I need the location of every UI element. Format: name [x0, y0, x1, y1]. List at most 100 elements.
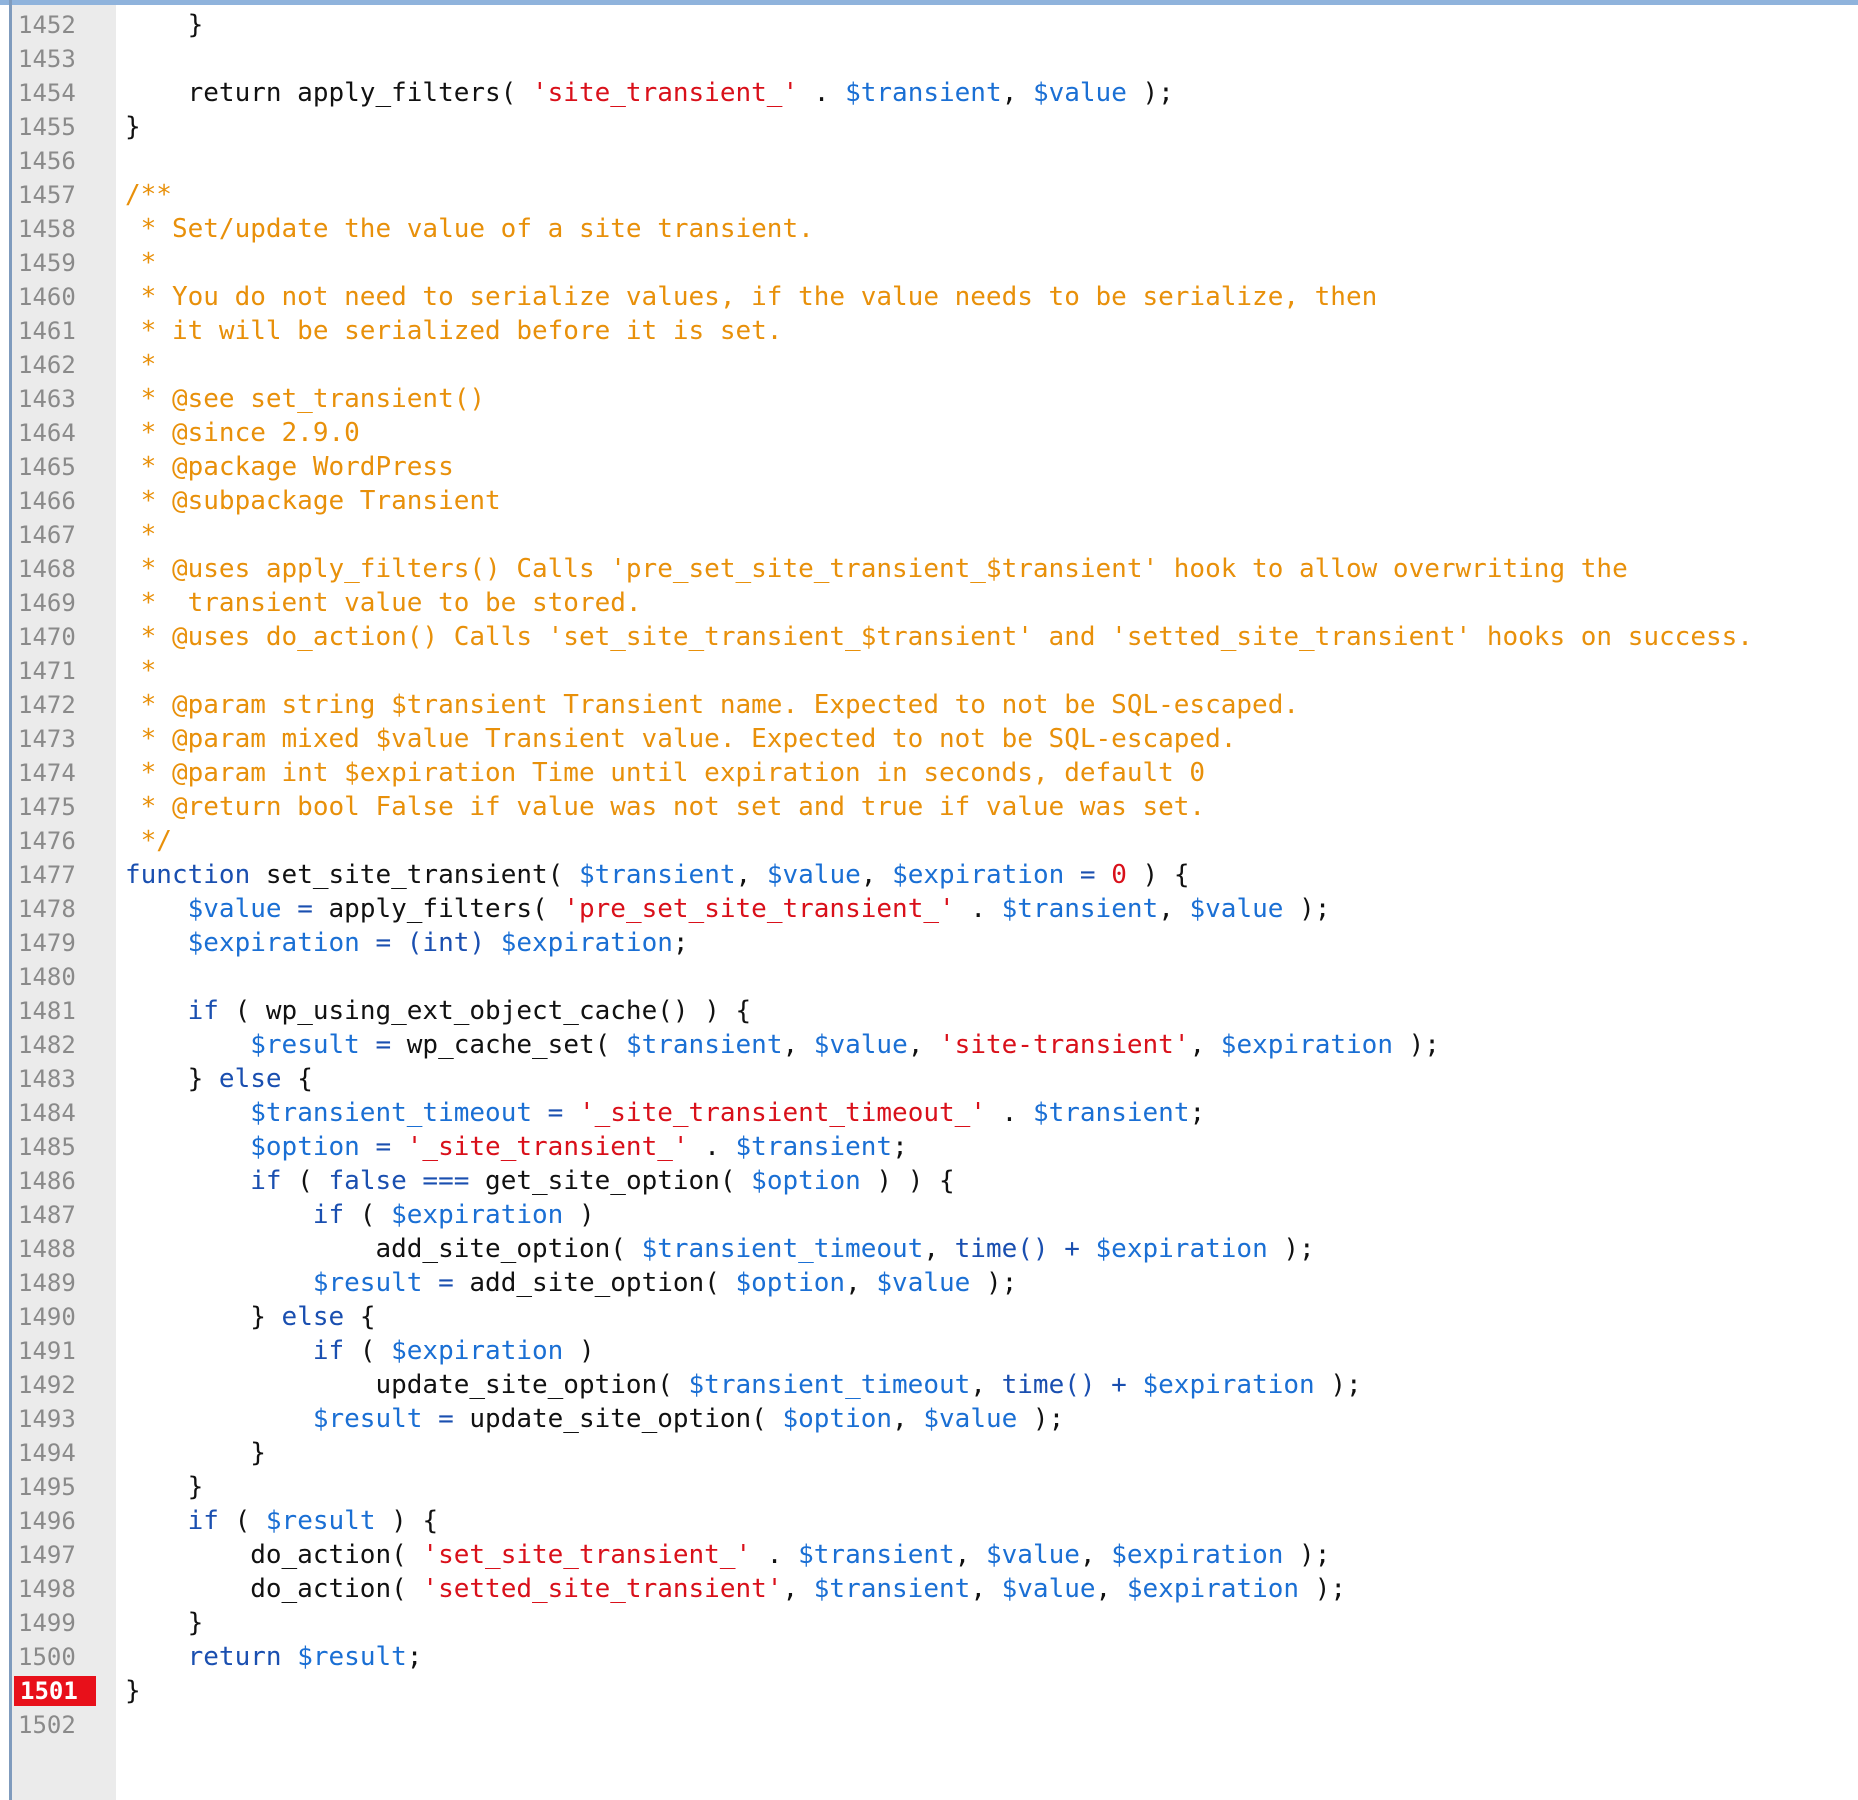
line-number[interactable]: 1500 — [18, 1640, 100, 1674]
code-line[interactable]: 1454 return apply_filters( 'site_transie… — [0, 76, 1858, 110]
line-number[interactable]: 1480 — [18, 960, 100, 994]
line-number[interactable]: 1481 — [18, 994, 100, 1028]
code-text[interactable]: $result = wp_cache_set( $transient, $val… — [125, 1028, 1440, 1062]
code-text[interactable]: */ — [125, 824, 172, 858]
code-line[interactable]: 1488 add_site_option( $transient_timeout… — [0, 1232, 1858, 1266]
code-line[interactable]: 1481 if ( wp_using_ext_object_cache() ) … — [0, 994, 1858, 1028]
code-line[interactable]: 1491 if ( $expiration ) — [0, 1334, 1858, 1368]
line-number[interactable]: 1465 — [18, 450, 100, 484]
code-text[interactable]: } — [125, 110, 141, 144]
code-text[interactable]: function set_site_transient( $transient,… — [125, 858, 1190, 892]
code-text[interactable]: return apply_filters( 'site_transient_' … — [125, 76, 1174, 110]
line-number[interactable]: 1469 — [18, 586, 100, 620]
code-text[interactable]: * @see set_transient() — [125, 382, 485, 416]
line-number[interactable]: 1463 — [18, 382, 100, 416]
code-text[interactable]: $transient_timeout = '_site_transient_ti… — [125, 1096, 1205, 1130]
code-text[interactable]: $value = apply_filters( 'pre_set_site_tr… — [125, 892, 1331, 926]
code-line[interactable]: 1483 } else { — [0, 1062, 1858, 1096]
code-line[interactable]: 1497 do_action( 'set_site_transient_' . … — [0, 1538, 1858, 1572]
code-text[interactable]: * it will be serialized before it is set… — [125, 314, 783, 348]
code-line[interactable]: 1482 $result = wp_cache_set( $transient,… — [0, 1028, 1858, 1062]
code-text[interactable]: } — [125, 8, 204, 42]
code-line[interactable]: 1471 * — [0, 654, 1858, 688]
code-line[interactable]: 1501} — [0, 1674, 1858, 1708]
line-number[interactable]: 1495 — [18, 1470, 100, 1504]
code-line[interactable]: 1462 * — [0, 348, 1858, 382]
code-text[interactable]: * @return bool False if value was not se… — [125, 790, 1205, 824]
code-line[interactable]: 1500 return $result; — [0, 1640, 1858, 1674]
code-text[interactable]: if ( $result ) { — [125, 1504, 438, 1538]
line-number[interactable]: 1470 — [18, 620, 100, 654]
line-number[interactable]: 1454 — [18, 76, 100, 110]
code-text[interactable]: * You do not need to serialize values, i… — [125, 280, 1378, 314]
code-text[interactable]: * @since 2.9.0 — [125, 416, 360, 450]
code-text[interactable]: * @package WordPress — [125, 450, 454, 484]
line-number[interactable]: 1496 — [18, 1504, 100, 1538]
code-line[interactable]: 1495 } — [0, 1470, 1858, 1504]
line-number[interactable]: 1460 — [18, 280, 100, 314]
code-line[interactable]: 1474 * @param int $expiration Time until… — [0, 756, 1858, 790]
code-line[interactable]: 1468 * @uses apply_filters() Calls 'pre_… — [0, 552, 1858, 586]
code-text[interactable]: update_site_option( $transient_timeout, … — [125, 1368, 1361, 1402]
code-line[interactable]: 1461 * it will be serialized before it i… — [0, 314, 1858, 348]
code-line[interactable]: 1469 * transient value to be stored. — [0, 586, 1858, 620]
code-line[interactable]: 1464 * @since 2.9.0 — [0, 416, 1858, 450]
line-number[interactable]: 1452 — [18, 8, 100, 42]
code-text[interactable]: * @param int $expiration Time until expi… — [125, 756, 1205, 790]
code-line[interactable]: 1470 * @uses do_action() Calls 'set_site… — [0, 620, 1858, 654]
line-number[interactable]: 1502 — [18, 1708, 100, 1742]
code-text[interactable]: /** — [125, 178, 172, 212]
code-line[interactable]: 1459 * — [0, 246, 1858, 280]
line-number[interactable]: 1473 — [18, 722, 100, 756]
code-line[interactable]: 1486 if ( false === get_site_option( $op… — [0, 1164, 1858, 1198]
line-number[interactable]: 1474 — [18, 756, 100, 790]
code-text[interactable]: } else { — [125, 1300, 375, 1334]
code-text[interactable]: * @uses apply_filters() Calls 'pre_set_s… — [125, 552, 1628, 586]
code-line[interactable]: 1475 * @return bool False if value was n… — [0, 790, 1858, 824]
line-number[interactable]: 1476 — [18, 824, 100, 858]
line-number[interactable]: 1459 — [18, 246, 100, 280]
active-line-number[interactable]: 1501 — [14, 1676, 96, 1706]
line-number[interactable]: 1461 — [18, 314, 100, 348]
code-line[interactable]: 1489 $result = add_site_option( $option,… — [0, 1266, 1858, 1300]
code-text[interactable]: * transient value to be stored. — [125, 586, 642, 620]
code-text[interactable]: if ( wp_using_ext_object_cache() ) { — [125, 994, 752, 1028]
code-text[interactable]: if ( $expiration ) — [125, 1198, 595, 1232]
line-number[interactable]: 1464 — [18, 416, 100, 450]
code-line[interactable]: 1493 $result = update_site_option( $opti… — [0, 1402, 1858, 1436]
code-lines[interactable]: 1452 } 1453 1454 return apply_filters( 'si… — [0, 8, 1858, 1742]
code-line[interactable]: 1458 * Set/update the value of a site tr… — [0, 212, 1858, 246]
line-number[interactable]: 1494 — [18, 1436, 100, 1470]
code-text[interactable]: $expiration = (int) $expiration; — [125, 926, 689, 960]
code-line[interactable]: 1480 — [0, 960, 1858, 994]
line-number[interactable]: 1487 — [18, 1198, 100, 1232]
line-number[interactable]: 1489 — [18, 1266, 100, 1300]
line-number[interactable]: 1453 — [18, 42, 100, 76]
line-number[interactable]: 1498 — [18, 1572, 100, 1606]
code-line[interactable]: 1492 update_site_option( $transient_time… — [0, 1368, 1858, 1402]
code-text[interactable]: $option = '_site_transient_' . $transien… — [125, 1130, 907, 1164]
code-text[interactable]: } else { — [125, 1062, 313, 1096]
line-number[interactable]: 1467 — [18, 518, 100, 552]
line-number[interactable]: 1497 — [18, 1538, 100, 1572]
code-line[interactable]: 1485 $option = '_site_transient_' . $tra… — [0, 1130, 1858, 1164]
code-text[interactable]: $result = add_site_option( $option, $val… — [125, 1266, 1017, 1300]
line-number[interactable]: 1483 — [18, 1062, 100, 1096]
code-text[interactable]: add_site_option( $transient_timeout, tim… — [125, 1232, 1314, 1266]
line-number[interactable]: 1475 — [18, 790, 100, 824]
line-number[interactable]: 1455 — [18, 110, 100, 144]
code-line[interactable]: 1466 * @subpackage Transient — [0, 484, 1858, 518]
line-number[interactable]: 1486 — [18, 1164, 100, 1198]
line-number[interactable]: 1462 — [18, 348, 100, 382]
code-line[interactable]: 1467 * — [0, 518, 1858, 552]
line-number[interactable]: 1466 — [18, 484, 100, 518]
line-number[interactable]: 1471 — [18, 654, 100, 688]
code-line[interactable]: 1487 if ( $expiration ) — [0, 1198, 1858, 1232]
code-text[interactable]: } — [125, 1674, 141, 1708]
code-text[interactable]: do_action( 'setted_site_transient', $tra… — [125, 1572, 1346, 1606]
code-line[interactable]: 1496 if ( $result ) { — [0, 1504, 1858, 1538]
code-line[interactable]: 1502 — [0, 1708, 1858, 1742]
line-number[interactable]: 1488 — [18, 1232, 100, 1266]
code-line[interactable]: 1490 } else { — [0, 1300, 1858, 1334]
code-text[interactable]: * Set/update the value of a site transie… — [125, 212, 814, 246]
